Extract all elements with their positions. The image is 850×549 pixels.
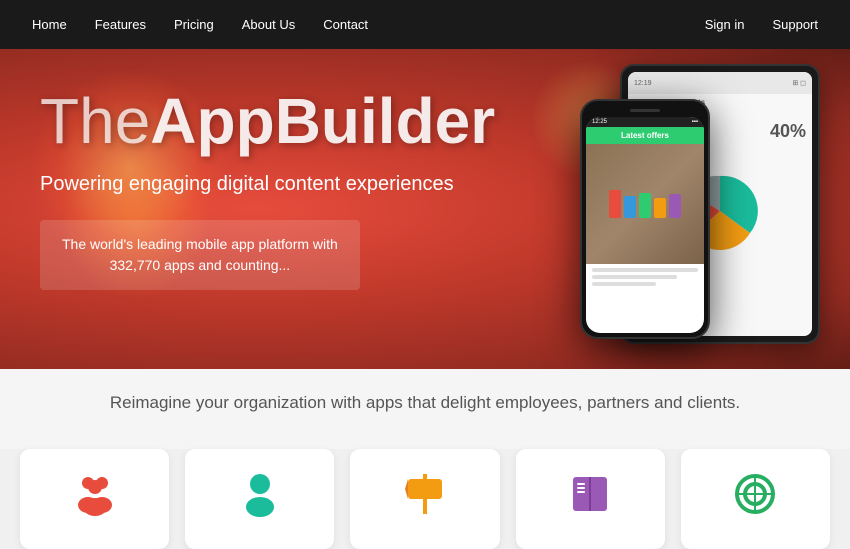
nav-right: Sign in Support — [693, 11, 830, 38]
feature-card-people — [20, 449, 169, 549]
hero-title: TheAppBuilder — [40, 89, 470, 153]
nav-support[interactable]: Support — [760, 11, 830, 38]
text-line-2 — [592, 275, 677, 279]
feature-card-person — [185, 449, 334, 549]
phone-statusbar: 12:25 ▪▪▪ — [586, 117, 704, 127]
book-icon — [565, 469, 615, 519]
devices-container: 12:19 ⊞ ◻ Corporate Insights 40% — [530, 49, 850, 369]
hero-section: TheAppBuilder Powering engaging digital … — [0, 49, 850, 369]
nav-home[interactable]: Home — [20, 11, 79, 38]
clothes-3 — [639, 193, 651, 218]
clothes-4 — [654, 198, 666, 218]
person-icon — [235, 469, 285, 519]
text-line-3 — [592, 282, 656, 286]
nav-pricing[interactable]: Pricing — [162, 11, 226, 38]
features-row — [0, 449, 850, 549]
phone-screen: 12:25 ▪▪▪ Latest offers — [586, 117, 704, 333]
text-line-1 — [592, 268, 698, 272]
nav-about[interactable]: About Us — [230, 11, 307, 38]
tablet-status: ⊞ ◻ — [792, 79, 806, 87]
hero-desc-box: The world's leading mobile app platform … — [40, 220, 360, 290]
nav-features[interactable]: Features — [83, 11, 158, 38]
sign-icon — [400, 469, 450, 519]
leaf-icon — [730, 469, 780, 519]
tagline: Reimagine your organization with apps th… — [20, 393, 830, 413]
clothes-rack — [609, 190, 681, 218]
feature-card-book — [516, 449, 665, 549]
hero-title-thin: The — [40, 85, 150, 157]
hero-title-bold: AppBuilder — [150, 85, 495, 157]
below-hero-section: Reimagine your organization with apps th… — [0, 369, 850, 449]
phone-signal: ▪▪▪ — [692, 119, 698, 125]
phone-text-content — [586, 264, 704, 290]
tablet-topbar: 12:19 ⊞ ◻ — [628, 72, 812, 94]
clothes-5 — [669, 194, 681, 218]
phone-mockup: 12:25 ▪▪▪ Latest offers — [580, 99, 710, 339]
nav-contact[interactable]: Contact — [311, 11, 380, 38]
phone-time: 12:25 — [592, 119, 607, 125]
clothes-2 — [624, 196, 636, 218]
people-icon — [70, 469, 120, 519]
feature-card-sign — [350, 449, 499, 549]
hero-content: TheAppBuilder Powering engaging digital … — [0, 49, 510, 290]
tablet-percent: 40% — [770, 121, 806, 142]
tablet-time: 12:19 — [634, 80, 652, 87]
nav-left: Home Features Pricing About Us Contact — [20, 11, 380, 38]
clothes-1 — [609, 190, 621, 218]
phone-header: Latest offers — [586, 127, 704, 144]
nav-signin[interactable]: Sign in — [693, 11, 757, 38]
phone-speaker — [630, 109, 660, 112]
phone-image — [586, 144, 704, 264]
hero-description: The world's leading mobile app platform … — [62, 234, 338, 276]
navbar: Home Features Pricing About Us Contact S… — [0, 0, 850, 49]
hero-subtitle: Powering engaging digital content experi… — [40, 173, 470, 196]
feature-card-leaf — [681, 449, 830, 549]
